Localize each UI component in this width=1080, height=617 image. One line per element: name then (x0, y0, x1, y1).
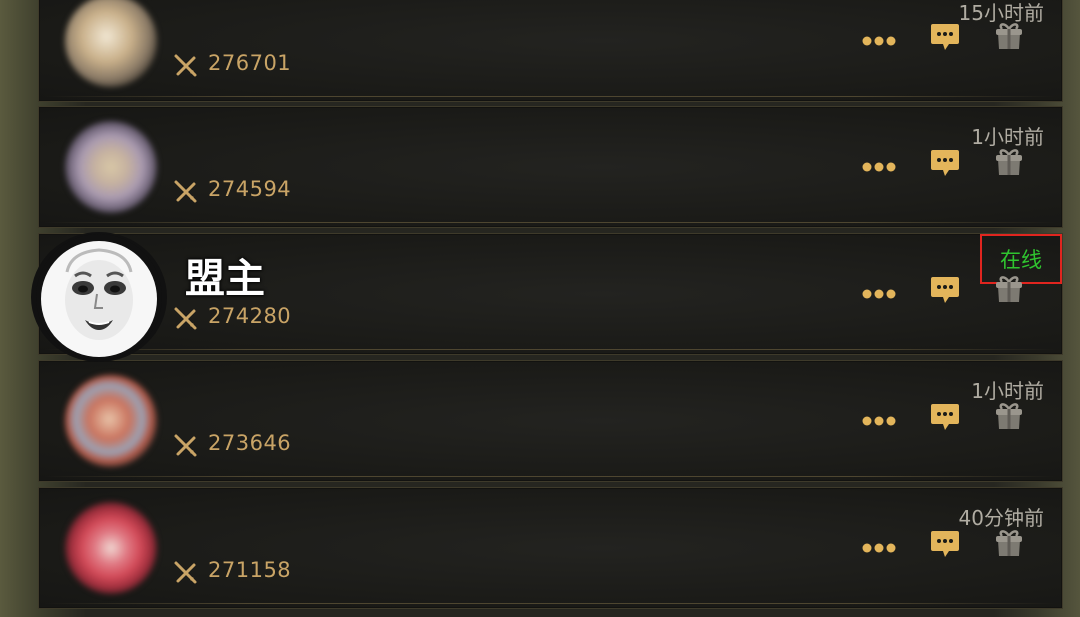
member-row[interactable]: 273646 1小时前 (38, 360, 1063, 482)
gift-icon[interactable] (992, 272, 1026, 306)
more-options-button[interactable] (859, 33, 899, 49)
crossed-swords-icon (174, 434, 197, 457)
alliance-member-list: 276701 15小时前 274594 1小时前 274280 在线 盟主 27… (31, 0, 1063, 617)
gift-icon[interactable] (992, 399, 1026, 433)
more-options-button[interactable] (859, 286, 899, 302)
gift-icon[interactable] (992, 19, 1026, 53)
member-row[interactable]: 271158 40分钟前 (38, 487, 1063, 609)
crossed-swords-icon (174, 54, 197, 77)
chat-button[interactable] (929, 276, 961, 306)
member-avatar[interactable] (65, 502, 157, 594)
crossed-swords-icon (174, 180, 197, 203)
leader-title: 盟主 (185, 256, 265, 302)
chat-button[interactable] (929, 403, 961, 433)
leader-avatar[interactable] (31, 232, 167, 362)
chat-button[interactable] (929, 530, 961, 560)
meme-face-image (36, 234, 162, 360)
member-power: 273646 (208, 431, 292, 455)
crossed-swords-icon (174, 561, 197, 584)
member-power: 274280 (208, 304, 292, 328)
member-avatar[interactable] (65, 375, 157, 467)
member-avatar[interactable] (65, 0, 157, 87)
member-power: 274594 (208, 177, 292, 201)
member-power: 271158 (208, 558, 292, 582)
member-row[interactable]: 276701 15小时前 (38, 0, 1063, 102)
more-options-button[interactable] (859, 540, 899, 556)
gift-icon[interactable] (992, 526, 1026, 560)
member-avatar[interactable] (65, 121, 157, 213)
crossed-swords-icon (174, 307, 197, 330)
more-options-button[interactable] (859, 159, 899, 175)
member-row-leader[interactable]: 274280 在线 盟主 (31, 232, 1063, 362)
chat-button[interactable] (929, 23, 961, 53)
member-row[interactable]: 274594 1小时前 (38, 106, 1063, 228)
more-options-button[interactable] (859, 413, 899, 429)
member-power: 276701 (208, 51, 292, 75)
gift-icon[interactable] (992, 145, 1026, 179)
chat-button[interactable] (929, 149, 961, 179)
online-status-text: 在线 (1000, 248, 1042, 272)
